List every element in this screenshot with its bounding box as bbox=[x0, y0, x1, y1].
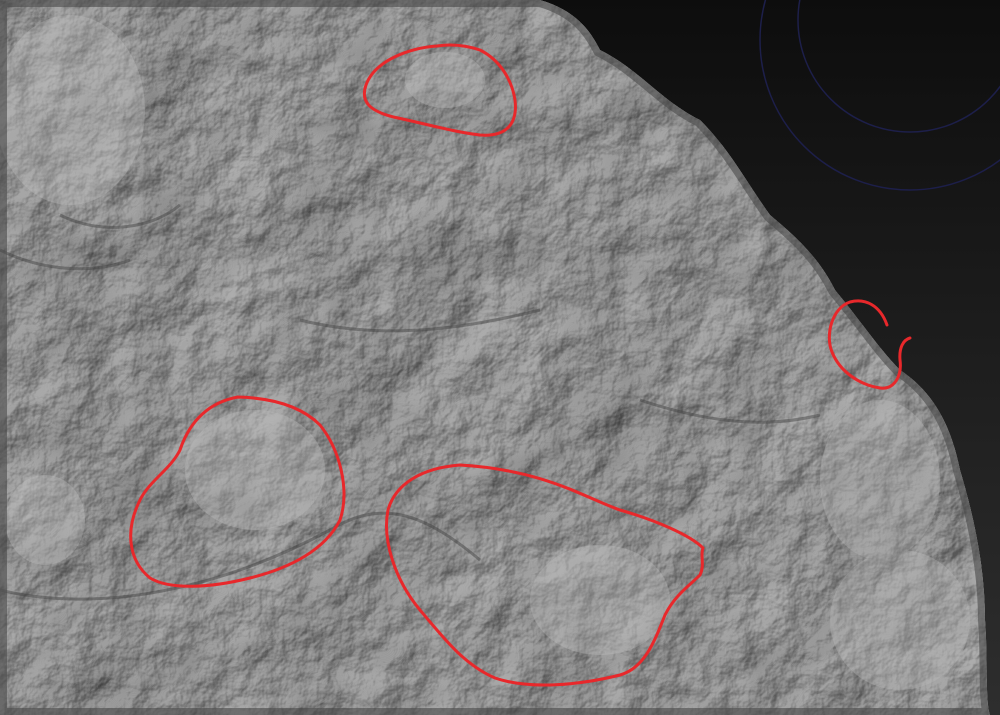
sculpt-viewport[interactable] bbox=[0, 0, 1000, 715]
viewport-canvas[interactable] bbox=[0, 0, 1000, 715]
